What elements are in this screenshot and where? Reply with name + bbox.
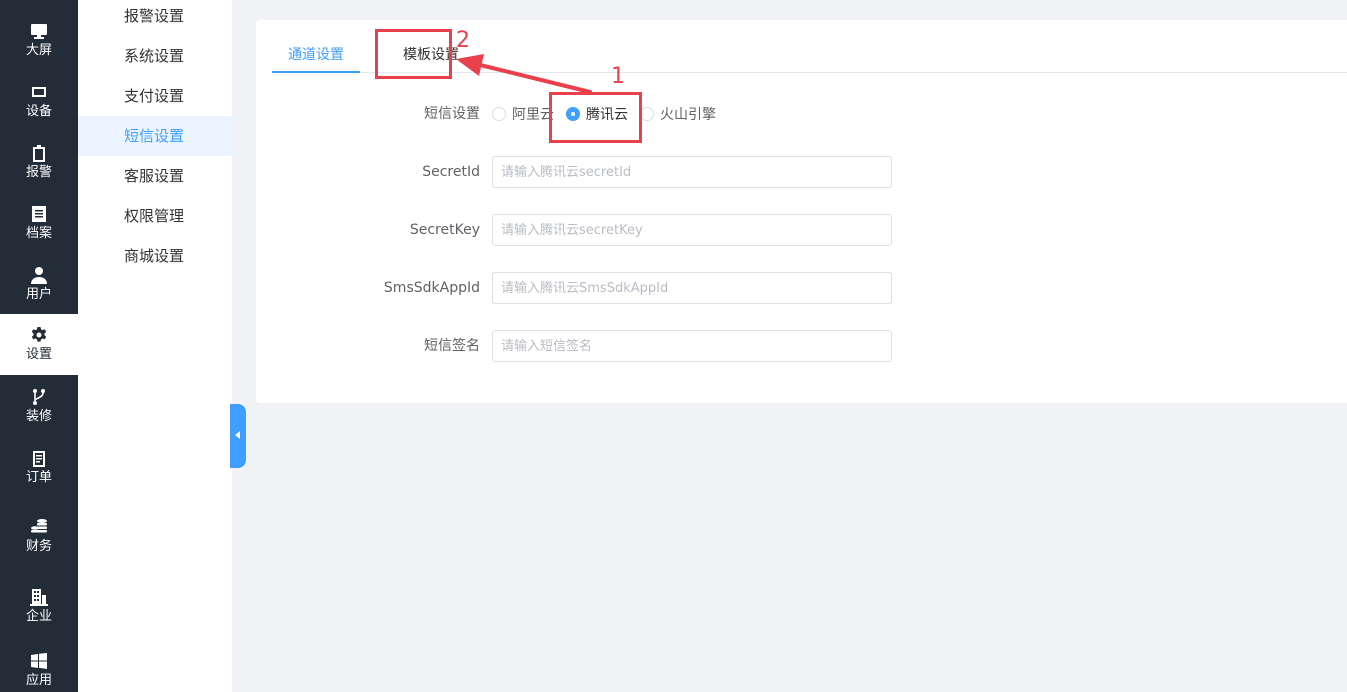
annotation-arrow: [456, 54, 592, 94]
